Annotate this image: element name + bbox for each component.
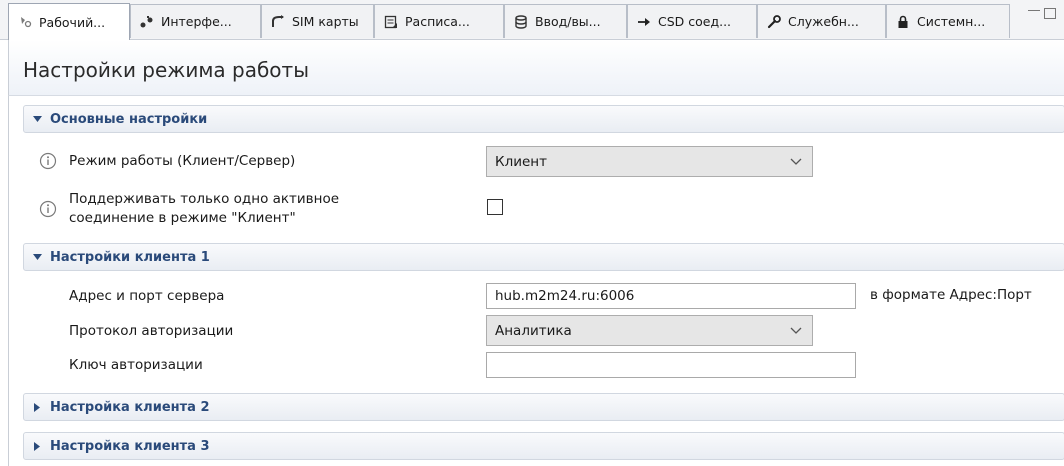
tab-csd[interactable]: CSD соед... [627, 4, 757, 38]
window-controls [1028, 8, 1060, 22]
expanded-triangle-icon [32, 114, 42, 124]
wrench-icon [766, 14, 782, 30]
single-connection-checkbox[interactable] [487, 199, 503, 215]
page-header: Настройки режима работы [8, 40, 1064, 96]
tab-label: SIM карты [292, 14, 359, 29]
section-basic-settings[interactable]: Основные настройки [23, 105, 1064, 133]
tab-bar: Рабочий... Интерфе... SIM карты Расписа.… [0, 0, 1064, 40]
single-connection-label-line1: Поддерживать только одно активное [69, 191, 340, 207]
chevron-down-icon [790, 324, 802, 336]
settings-network-icon [17, 14, 33, 30]
settings-content: Основные настройки Режим работы (Клиент/… [8, 96, 1064, 466]
section-title: Основные настройки [50, 111, 208, 127]
database-icon [513, 14, 529, 30]
tab-label: Интерфе... [161, 14, 232, 29]
tab-label: Рабочий... [39, 14, 106, 30]
sim-icon [270, 14, 286, 30]
mode-label: Режим работы (Клиент/Сервер) [69, 153, 296, 169]
auth-protocol-value: Аналитика [495, 322, 572, 339]
section-title: Настройки клиента 1 [50, 249, 210, 265]
tab-label: Служебн... [788, 14, 859, 29]
tab-io[interactable]: Ввод/вы... [504, 4, 627, 38]
mode-select-value: Клиент [495, 153, 547, 170]
section-client-2[interactable]: Настройка клиента 2 [23, 393, 1064, 421]
page-title: Настройки режима работы [23, 58, 309, 82]
tab-service[interactable]: Служебн... [757, 4, 886, 38]
section-title: Настройка клиента 2 [50, 399, 210, 415]
interface-icon [139, 14, 155, 30]
tab-interfaces[interactable]: Интерфе... [130, 4, 261, 38]
address-format-hint: в формате Адрес:Порт [870, 287, 1032, 303]
expanded-triangle-icon [32, 252, 42, 262]
tab-label: Системн... [917, 14, 986, 29]
single-connection-label-line2: соединение в режиме "Клиент" [69, 210, 296, 226]
lock-icon [895, 14, 911, 30]
tab-label: CSD соед... [658, 14, 732, 29]
tab-label: Расписа... [405, 14, 470, 29]
collapsed-triangle-icon [32, 441, 42, 451]
maximize-icon[interactable] [1044, 8, 1056, 19]
arrow-right-icon [636, 14, 652, 30]
auth-key-label: Ключ авторизации [69, 357, 203, 373]
tab-work-mode[interactable]: Рабочий... [8, 3, 130, 40]
section-client-3[interactable]: Настройка клиента 3 [23, 432, 1064, 460]
info-icon[interactable] [39, 152, 57, 170]
collapsed-triangle-icon [32, 402, 42, 412]
info-icon[interactable] [39, 200, 57, 218]
server-address-label: Адрес и порт сервера [69, 288, 225, 304]
auth-key-input[interactable] [486, 352, 856, 378]
tab-schedule[interactable]: Расписа... [374, 4, 504, 38]
section-title: Настройка клиента 3 [50, 438, 210, 454]
minimize-icon[interactable] [1028, 10, 1040, 18]
section-client-1[interactable]: Настройки клиента 1 [23, 243, 1064, 271]
auth-protocol-label: Протокол авторизации [69, 323, 234, 339]
mode-select[interactable]: Клиент [486, 146, 813, 177]
tab-label: Ввод/вы... [535, 14, 601, 29]
server-address-input[interactable] [486, 283, 856, 309]
auth-protocol-select[interactable]: Аналитика [486, 315, 813, 346]
schedule-icon [383, 14, 399, 30]
chevron-down-icon [790, 155, 802, 167]
tab-system[interactable]: Системн... [886, 4, 1010, 38]
tab-sim-cards[interactable]: SIM карты [261, 4, 374, 38]
